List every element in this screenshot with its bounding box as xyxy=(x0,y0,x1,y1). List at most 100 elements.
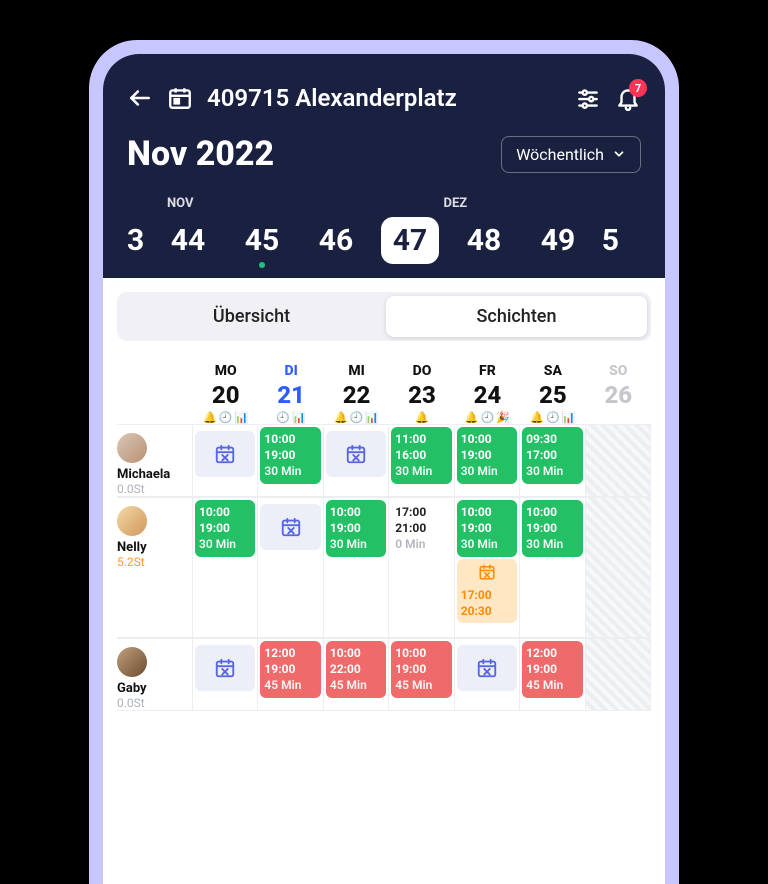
week-selector[interactable]: 34445464748495 xyxy=(127,217,641,278)
back-icon[interactable] xyxy=(127,85,153,111)
schedule-cell[interactable] xyxy=(455,639,520,711)
shift-break: 30 Min xyxy=(395,463,447,479)
day-status-icons: 🔔🕘📊 xyxy=(324,411,389,424)
tab-overview[interactable]: Übersicht xyxy=(121,296,382,337)
bell-icon: 🔔 xyxy=(415,411,429,424)
shift-break: 30 Min xyxy=(461,536,513,552)
shift-block[interactable]: 17:0021:000 Min xyxy=(391,500,451,557)
day-column-do[interactable]: DO23🔔 xyxy=(389,363,454,424)
schedule-cell[interactable]: 10:0019:0030 Min xyxy=(455,425,520,497)
party-icon: 🎉 xyxy=(496,411,510,424)
day-column-so[interactable]: SO26 xyxy=(586,363,651,424)
schedule-cell[interactable] xyxy=(586,498,651,638)
absence-placeholder[interactable] xyxy=(457,645,517,691)
absence-placeholder[interactable] xyxy=(195,645,255,691)
shift-end: 19:00 xyxy=(199,520,251,536)
calendar-x-icon xyxy=(461,563,513,585)
shift-end: 21:00 xyxy=(395,520,447,536)
schedule-cell[interactable] xyxy=(193,639,258,711)
schedule-cell[interactable]: 12:0019:0045 Min xyxy=(258,639,323,711)
shift-end: 19:00 xyxy=(461,520,513,536)
day-number: 20 xyxy=(193,381,258,409)
shift-end: 19:00 xyxy=(461,447,513,463)
employee-cell[interactable]: Michaela0.0St xyxy=(117,425,193,497)
tab-bar: Übersicht Schichten xyxy=(117,292,651,341)
tab-shifts[interactable]: Schichten xyxy=(386,296,647,337)
month-dez-label: DEZ xyxy=(444,196,468,211)
shift-block[interactable]: 11:0016:0030 Min xyxy=(391,427,451,484)
schedule-cell[interactable]: 10:0019:0030 Min xyxy=(324,498,389,638)
filter-icon[interactable] xyxy=(575,85,601,111)
schedule-cell[interactable]: 12:0019:0045 Min xyxy=(520,639,585,711)
week-edge-left[interactable]: 3 xyxy=(127,223,151,258)
employee-cell[interactable]: Nelly5.2St xyxy=(117,498,193,638)
view-mode-label: Wöchentlich xyxy=(516,145,604,164)
view-mode-select[interactable]: Wöchentlich xyxy=(501,136,641,173)
shift-block[interactable]: 17:0020:30 xyxy=(457,559,517,624)
shift-break: 0 Min xyxy=(395,536,447,552)
week-46[interactable]: 46 xyxy=(299,223,373,258)
shift-block[interactable]: 12:0019:0045 Min xyxy=(260,641,320,698)
shift-block[interactable]: 10:0022:0045 Min xyxy=(326,641,386,698)
shift-break: 45 Min xyxy=(330,677,382,693)
absence-placeholder[interactable] xyxy=(326,431,386,477)
week-edge-right[interactable]: 5 xyxy=(595,223,619,258)
schedule-cell[interactable] xyxy=(586,425,651,497)
day-number: 25 xyxy=(520,381,585,409)
schedule-cell[interactable] xyxy=(324,425,389,497)
day-abbr: DO xyxy=(389,363,454,379)
shift-block[interactable]: 12:0019:0045 Min xyxy=(522,641,582,698)
clock-icon: 🕘 xyxy=(481,411,495,424)
week-47[interactable]: 47 xyxy=(373,217,447,264)
shift-block[interactable]: 10:0019:0030 Min xyxy=(195,500,255,557)
schedule-cell[interactable]: 10:0019:0030 Min xyxy=(520,498,585,638)
day-column-fr[interactable]: FR24🔔🕘🎉 xyxy=(455,363,520,424)
week-44[interactable]: 44 xyxy=(151,223,225,258)
schedule-cell[interactable] xyxy=(193,425,258,497)
bell-icon: 🔔 xyxy=(465,411,479,424)
week-45[interactable]: 45 xyxy=(225,223,299,258)
week-49[interactable]: 49 xyxy=(521,223,595,258)
schedule-cell[interactable]: 10:0022:0045 Min xyxy=(324,639,389,711)
employee-hours: 5.2St xyxy=(117,555,145,569)
day-status-icons: 🔔 xyxy=(389,411,454,424)
shift-start: 17:00 xyxy=(395,504,447,520)
absence-placeholder[interactable] xyxy=(195,431,255,477)
location-title[interactable]: 409715 Alexanderplatz xyxy=(207,84,561,112)
shift-block[interactable]: 10:0019:0045 Min xyxy=(391,641,451,698)
absence-placeholder[interactable] xyxy=(260,504,320,550)
schedule-cell[interactable] xyxy=(258,498,323,638)
employee-hours: 0.0St xyxy=(117,696,145,710)
notifications-button[interactable]: 7 xyxy=(615,85,641,111)
shift-break: 45 Min xyxy=(264,677,316,693)
shift-block[interactable]: 10:0019:0030 Min xyxy=(326,500,386,557)
shift-block[interactable]: 10:0019:0030 Min xyxy=(260,427,320,484)
employee-row: Nelly5.2St10:0019:0030 Min10:0019:0030 M… xyxy=(117,497,651,638)
schedule-cell[interactable]: 11:0016:0030 Min xyxy=(389,425,454,497)
day-column-mi[interactable]: MI22🔔🕘📊 xyxy=(324,363,389,424)
schedule-cell[interactable]: 17:0021:000 Min xyxy=(389,498,454,638)
schedule-cell[interactable]: 10:0019:0030 Min xyxy=(193,498,258,638)
shift-block[interactable]: 10:0019:0030 Min xyxy=(522,500,582,557)
shift-block[interactable]: 10:0019:0030 Min xyxy=(457,427,517,484)
shift-break: 45 Min xyxy=(395,677,447,693)
shift-start: 12:00 xyxy=(526,645,578,661)
schedule-cell[interactable]: 10:0019:0030 Min xyxy=(258,425,323,497)
shift-block[interactable]: 09:3017:0030 Min xyxy=(522,427,582,484)
employee-hours: 0.0St xyxy=(117,482,145,496)
shift-block[interactable]: 10:0019:0030 Min xyxy=(457,500,517,557)
schedule-cell[interactable]: 09:3017:0030 Min xyxy=(520,425,585,497)
day-number: 24 xyxy=(455,381,520,409)
schedule-cell[interactable]: 10:0019:0030 Min17:0020:30 xyxy=(455,498,520,638)
day-column-mo[interactable]: MO20🔔🕘📊 xyxy=(193,363,258,424)
bell-icon: 🔔 xyxy=(530,411,544,424)
week-48[interactable]: 48 xyxy=(447,223,521,258)
bars-icon: 📊 xyxy=(365,411,379,424)
day-column-sa[interactable]: SA25🔔🕘📊 xyxy=(520,363,585,424)
month-ruler: NOV DEZ xyxy=(127,196,641,211)
schedule-cell[interactable] xyxy=(586,639,651,711)
day-column-di[interactable]: DI21🕘📊 xyxy=(258,363,323,424)
bars-icon: 📊 xyxy=(292,411,306,424)
employee-cell[interactable]: Gaby0.0St xyxy=(117,639,193,711)
schedule-cell[interactable]: 10:0019:0045 Min xyxy=(389,639,454,711)
